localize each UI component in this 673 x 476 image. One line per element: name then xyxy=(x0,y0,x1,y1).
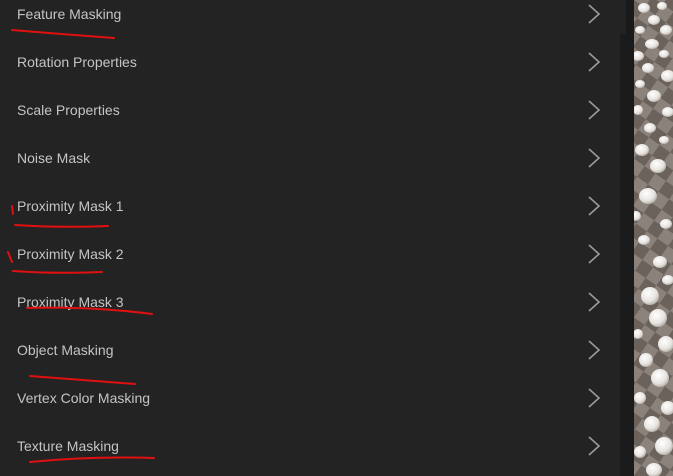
section-label: Proximity Mask 2 xyxy=(17,246,124,262)
section-label: Vertex Color Masking xyxy=(17,390,151,406)
section-label: Scale Properties xyxy=(17,102,120,118)
section-texture-masking[interactable]: Texture Masking xyxy=(0,422,620,470)
chevron-right-icon xyxy=(588,100,601,120)
section-noise-mask[interactable]: Noise Mask xyxy=(0,134,620,182)
properties-panel: Feature Masking Rotation Properties Scal… xyxy=(0,0,632,476)
chevron-right-icon xyxy=(588,292,601,312)
section-object-masking[interactable]: Object Masking xyxy=(0,326,620,374)
section-rotation-properties[interactable]: Rotation Properties xyxy=(0,38,620,86)
section-label: Rotation Properties xyxy=(17,54,137,70)
chevron-right-icon xyxy=(588,52,601,72)
chevron-right-icon xyxy=(588,196,601,216)
chevron-right-icon xyxy=(588,340,601,360)
section-label: Feature Masking xyxy=(17,6,122,22)
section-label: Texture Masking xyxy=(17,438,119,454)
section-proximity-mask-1[interactable]: Proximity Mask 1 xyxy=(0,182,620,230)
chevron-right-icon xyxy=(588,436,601,456)
section-proximity-mask-2[interactable]: Proximity Mask 2 xyxy=(0,230,620,278)
chevron-right-icon xyxy=(588,388,601,408)
section-proximity-mask-3[interactable]: Proximity Mask 3 xyxy=(0,278,620,326)
section-label: Proximity Mask 1 xyxy=(17,198,124,214)
section-label: Noise Mask xyxy=(17,150,91,166)
section-vertex-color-masking[interactable]: Vertex Color Masking xyxy=(0,374,620,422)
panel-divider[interactable] xyxy=(626,0,634,476)
viewport-3d-preview[interactable] xyxy=(634,0,673,476)
section-feature-masking[interactable]: Feature Masking xyxy=(0,0,620,38)
section-scale-properties[interactable]: Scale Properties xyxy=(0,86,620,134)
chevron-right-icon xyxy=(588,244,601,264)
section-label: Object Masking xyxy=(17,342,114,358)
scatter-preview-render xyxy=(634,0,673,476)
section-label: Proximity Mask 3 xyxy=(17,294,124,310)
chevron-right-icon xyxy=(588,148,601,168)
chevron-right-icon xyxy=(588,4,601,24)
